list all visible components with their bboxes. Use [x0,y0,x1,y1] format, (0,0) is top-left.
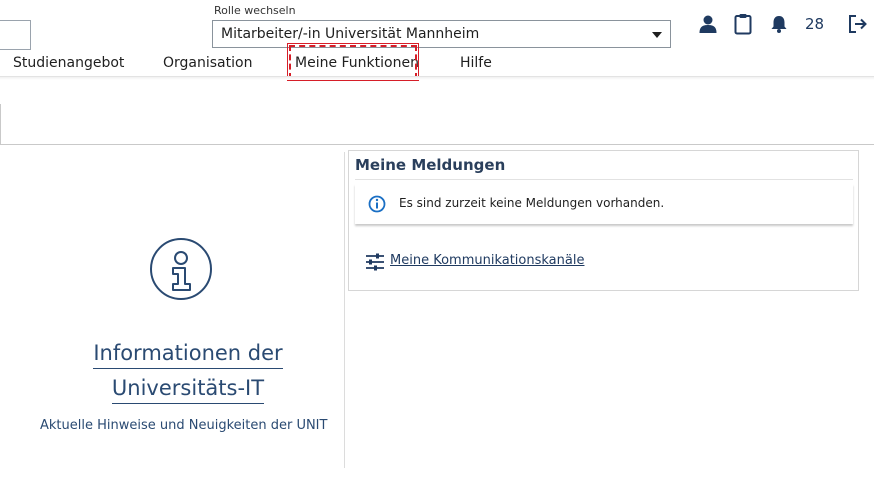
tab-divider [0,144,874,145]
info-title-line2-text[interactable]: Universitäts-IT [111,376,265,404]
info-subtitle: Aktuelle Hinweise und Neuigkeiten der UN… [40,418,328,433]
chevron-down-icon [652,32,662,38]
role-select[interactable]: Mitarbeiter/-in Universität Mannheim [212,20,671,48]
sliders-icon[interactable] [365,253,385,271]
messages-empty-box: Es sind zurzeit keine Meldungen vorhande… [355,184,853,224]
tab-edge [0,104,1,144]
search-input[interactable] [0,20,31,50]
clipboard-icon[interactable] [733,13,753,35]
messages-title: Meine Meldungen [355,156,506,174]
panel-divider [344,152,345,468]
header-shadow [0,77,874,80]
role-select-value: Mitarbeiter/-in Universität Mannheim [221,26,480,42]
info-circle-icon [368,195,386,213]
nav-item-hilfe[interactable]: Hilfe [460,55,492,71]
messages-divider [355,179,853,180]
info-title-line1[interactable]: Informationen der [0,341,376,369]
logout-icon[interactable] [847,13,869,35]
nav-item-studienangebot[interactable]: Studienangebot [13,55,124,71]
notification-count[interactable]: 28 [805,15,824,33]
nav-item-organisation[interactable]: Organisation [163,55,252,71]
messages-empty-text: Es sind zurzeit keine Meldungen vorhande… [399,196,665,210]
communication-channels-link[interactable]: Meine Kommunikationskanäle [390,253,584,268]
person-icon[interactable] [698,14,718,34]
selection-highlight [287,43,419,81]
info-icon [150,238,212,300]
info-title-line2[interactable]: Universitäts-IT [0,376,376,404]
role-switch-label: Rolle wechseln [214,4,296,17]
bell-icon[interactable] [769,14,789,34]
info-title-line1-text[interactable]: Informationen der [93,341,283,369]
messages-panel: Meine Meldungen Es sind zurzeit keine Me… [348,150,859,291]
